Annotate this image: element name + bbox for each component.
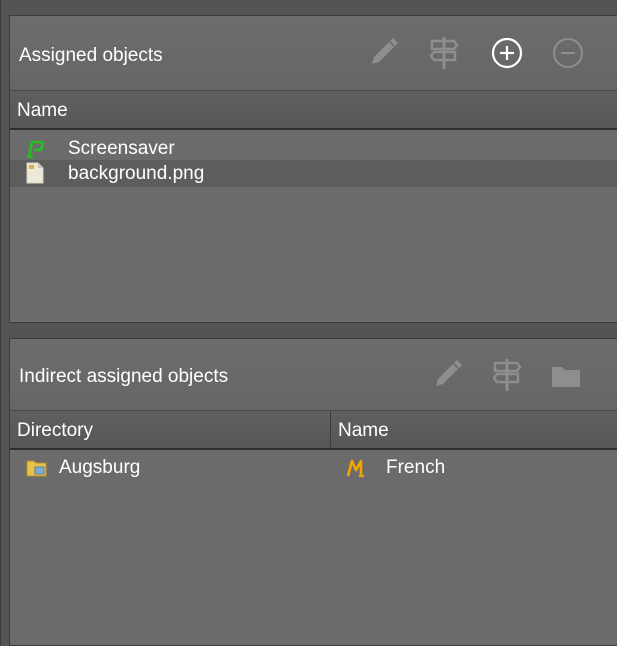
column-header-directory[interactable]: Directory [10, 411, 330, 449]
edit-pencil-icon [372, 38, 398, 64]
menu-m-icon [346, 459, 364, 478]
indirect-objects-title: Indirect assigned objects [19, 366, 229, 387]
row-name: background.png [68, 163, 205, 184]
edit-button[interactable] [364, 34, 402, 72]
remove-button[interactable] [549, 34, 587, 72]
add-circle-icon [491, 37, 523, 69]
folder-yellow-icon [26, 460, 47, 477]
assigned-objects-title: Assigned objects [19, 45, 163, 66]
table-row[interactable]: background.png [10, 160, 617, 187]
edit-pencil-icon [436, 360, 462, 386]
signpost-icon [492, 359, 522, 391]
signpost-button[interactable] [488, 356, 526, 394]
column-header-name[interactable]: Name [10, 91, 617, 129]
row-name: French [386, 457, 446, 478]
indirect-grid-header: Directory Name [10, 410, 617, 450]
folder-button[interactable] [547, 356, 585, 394]
row-directory: Augsburg [59, 457, 141, 478]
app-window: Assigned objects Name Screensaver backgr… [0, 0, 617, 646]
indirect-objects-panel: Indirect assigned objects Directory Name… [9, 338, 617, 646]
screensaver-p-icon [27, 140, 44, 159]
table-row[interactable]: Screensaver [10, 135, 617, 162]
signpost-icon [429, 37, 459, 69]
row-name: Screensaver [68, 138, 175, 159]
column-header-name[interactable]: Name [331, 411, 617, 449]
assigned-objects-panel: Assigned objects Name Screensaver backgr… [9, 15, 617, 323]
signpost-button[interactable] [425, 34, 463, 72]
file-image-icon [26, 162, 44, 184]
indirect-objects-header: Indirect assigned objects [10, 339, 617, 410]
table-row[interactable]: Augsburg French [10, 454, 617, 481]
edit-button[interactable] [428, 356, 466, 394]
folder-icon [552, 367, 580, 387]
remove-circle-icon [553, 38, 583, 68]
add-button[interactable] [488, 34, 526, 72]
assigned-grid-header: Name [10, 90, 617, 130]
assigned-objects-header: Assigned objects [10, 16, 617, 90]
